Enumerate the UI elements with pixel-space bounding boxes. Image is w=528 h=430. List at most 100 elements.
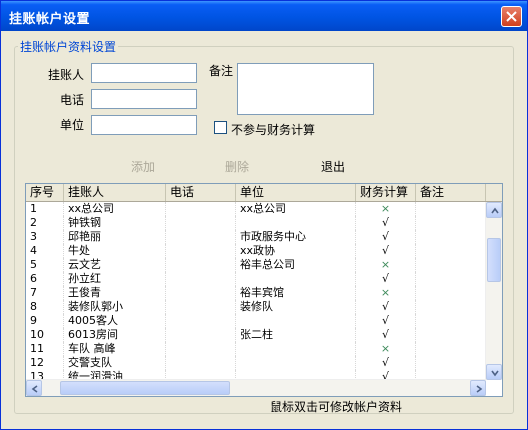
- row-person-cell: 孙立红: [64, 272, 166, 286]
- row-index-cell: 7: [26, 286, 64, 300]
- row-index-cell: 10: [26, 328, 64, 342]
- person-label: 挂账人: [48, 68, 85, 82]
- remark-label: 备注: [209, 64, 234, 78]
- unit-input[interactable]: [91, 115, 197, 135]
- table-row[interactable]: 5 云文艺 裕丰总公司 ×: [26, 258, 486, 272]
- row-unit-cell: 裕丰总公司: [236, 258, 356, 272]
- row-index-cell: 12: [26, 356, 64, 370]
- row-finance-cell: ×: [356, 286, 416, 300]
- row-index-cell: 9: [26, 314, 64, 328]
- close-button[interactable]: [501, 6, 522, 27]
- vertical-scroll-thumb[interactable]: [487, 238, 501, 282]
- row-remark-cell: [416, 258, 486, 272]
- table-row[interactable]: 6 孙立红 √: [26, 272, 486, 286]
- column-header-index[interactable]: 序号: [26, 184, 64, 201]
- row-phone-cell: [166, 314, 236, 328]
- row-remark-cell: [416, 356, 486, 370]
- row-remark-cell: [416, 328, 486, 342]
- row-finance-cell: √: [356, 216, 416, 230]
- delete-button[interactable]: 删除: [225, 158, 249, 175]
- table-row[interactable]: 11 车队 高峰 ×: [26, 342, 486, 356]
- table-row[interactable]: 7 王俊青 裕丰宾馆 ×: [26, 286, 486, 300]
- row-finance-cell: ×: [356, 202, 416, 216]
- row-phone-cell: [166, 272, 236, 286]
- row-person-cell: xx总公司: [64, 202, 166, 216]
- row-person-cell: 王俊青: [64, 286, 166, 300]
- row-index-cell: 6: [26, 272, 64, 286]
- row-phone-cell: [166, 230, 236, 244]
- row-finance-cell: ×: [356, 342, 416, 356]
- row-unit-cell: 张二柱: [236, 328, 356, 342]
- row-phone-cell: [166, 328, 236, 342]
- row-unit-cell: xx政协: [236, 244, 356, 258]
- row-remark-cell: [416, 216, 486, 230]
- row-index-cell: 3: [26, 230, 64, 244]
- row-person-cell: 交警支队: [64, 356, 166, 370]
- row-person-cell: 6013房间: [64, 328, 166, 342]
- horizontal-scroll-thumb[interactable]: [60, 381, 230, 395]
- row-remark-cell: [416, 272, 486, 286]
- scroll-right-button[interactable]: [470, 380, 486, 396]
- row-person-cell: 云文艺: [64, 258, 166, 272]
- exclude-finance-label: 不参与财务计算: [231, 123, 316, 137]
- remark-textarea[interactable]: [237, 63, 374, 115]
- row-index-cell: 1: [26, 202, 64, 216]
- row-index-cell: 2: [26, 216, 64, 230]
- row-person-cell: 牛处: [64, 244, 166, 258]
- table-row[interactable]: 1 xx总公司 xx总公司 ×: [26, 202, 486, 216]
- account-table[interactable]: 序号 挂账人 电话 单位 财务计算 备注 1 xx总公司 xx总公司 × 2 钟铁钢 √ 3 邱…: [25, 183, 503, 397]
- row-finance-cell: √: [356, 328, 416, 342]
- add-button[interactable]: 添加: [131, 158, 155, 175]
- row-remark-cell: [416, 202, 486, 216]
- table-row[interactable]: 2 钟铁钢 √: [26, 216, 486, 230]
- table-row[interactable]: 4 牛处 xx政协 √: [26, 244, 486, 258]
- person-input[interactable]: [91, 63, 197, 83]
- row-unit-cell: [236, 216, 356, 230]
- phone-label: 电话: [60, 93, 85, 107]
- row-index-cell: 5: [26, 258, 64, 272]
- phone-input[interactable]: [91, 89, 197, 109]
- title-bar[interactable]: 挂账帐户设置: [1, 1, 527, 31]
- row-index-cell: 4: [26, 244, 64, 258]
- exclude-finance-checkbox[interactable]: [214, 121, 227, 134]
- column-header-unit[interactable]: 单位: [236, 184, 356, 201]
- column-header-remark[interactable]: 备注: [416, 184, 486, 201]
- column-header-finance[interactable]: 财务计算: [356, 184, 416, 201]
- status-hint: 鼠标双击可修改帐户资料: [270, 400, 403, 414]
- row-unit-cell: [236, 272, 356, 286]
- chevron-down-icon: [491, 370, 499, 377]
- table-row[interactable]: 3 邱艳丽 市政服务中心 √: [26, 230, 486, 244]
- scroll-left-button[interactable]: [26, 380, 42, 396]
- table-row[interactable]: 10 6013房间 张二柱 √: [26, 328, 486, 342]
- row-phone-cell: [166, 286, 236, 300]
- row-person-cell: 邱艳丽: [64, 230, 166, 244]
- row-person-cell: 4005客人: [64, 314, 166, 328]
- row-index-cell: 8: [26, 300, 64, 314]
- vertical-scrollbar[interactable]: [485, 202, 502, 380]
- row-remark-cell: [416, 286, 486, 300]
- row-person-cell: 钟铁钢: [64, 216, 166, 230]
- row-unit-cell: [236, 356, 356, 370]
- row-phone-cell: [166, 216, 236, 230]
- row-person-cell: 装修队郭小: [64, 300, 166, 314]
- row-unit-cell: [236, 342, 356, 356]
- horizontal-scrollbar[interactable]: [26, 379, 486, 396]
- row-unit-cell: [236, 314, 356, 328]
- table-row[interactable]: 8 装修队郭小 装修队 √: [26, 300, 486, 314]
- row-phone-cell: [166, 244, 236, 258]
- table-row[interactable]: 9 4005客人 √: [26, 314, 486, 328]
- scroll-down-button[interactable]: [486, 364, 502, 380]
- exit-button[interactable]: 退出: [321, 158, 345, 175]
- row-unit-cell: 裕丰宾馆: [236, 286, 356, 300]
- scroll-up-button[interactable]: [486, 202, 502, 218]
- row-phone-cell: [166, 258, 236, 272]
- row-unit-cell: 市政服务中心: [236, 230, 356, 244]
- row-finance-cell: ×: [356, 258, 416, 272]
- table-row[interactable]: 12 交警支队 √: [26, 356, 486, 370]
- column-header-person[interactable]: 挂账人: [64, 184, 166, 201]
- column-header-phone[interactable]: 电话: [166, 184, 236, 201]
- table-header: 序号 挂账人 电话 单位 财务计算 备注: [26, 184, 502, 202]
- row-person-cell: 车队 高峰: [64, 342, 166, 356]
- row-finance-cell: √: [356, 244, 416, 258]
- row-remark-cell: [416, 230, 486, 244]
